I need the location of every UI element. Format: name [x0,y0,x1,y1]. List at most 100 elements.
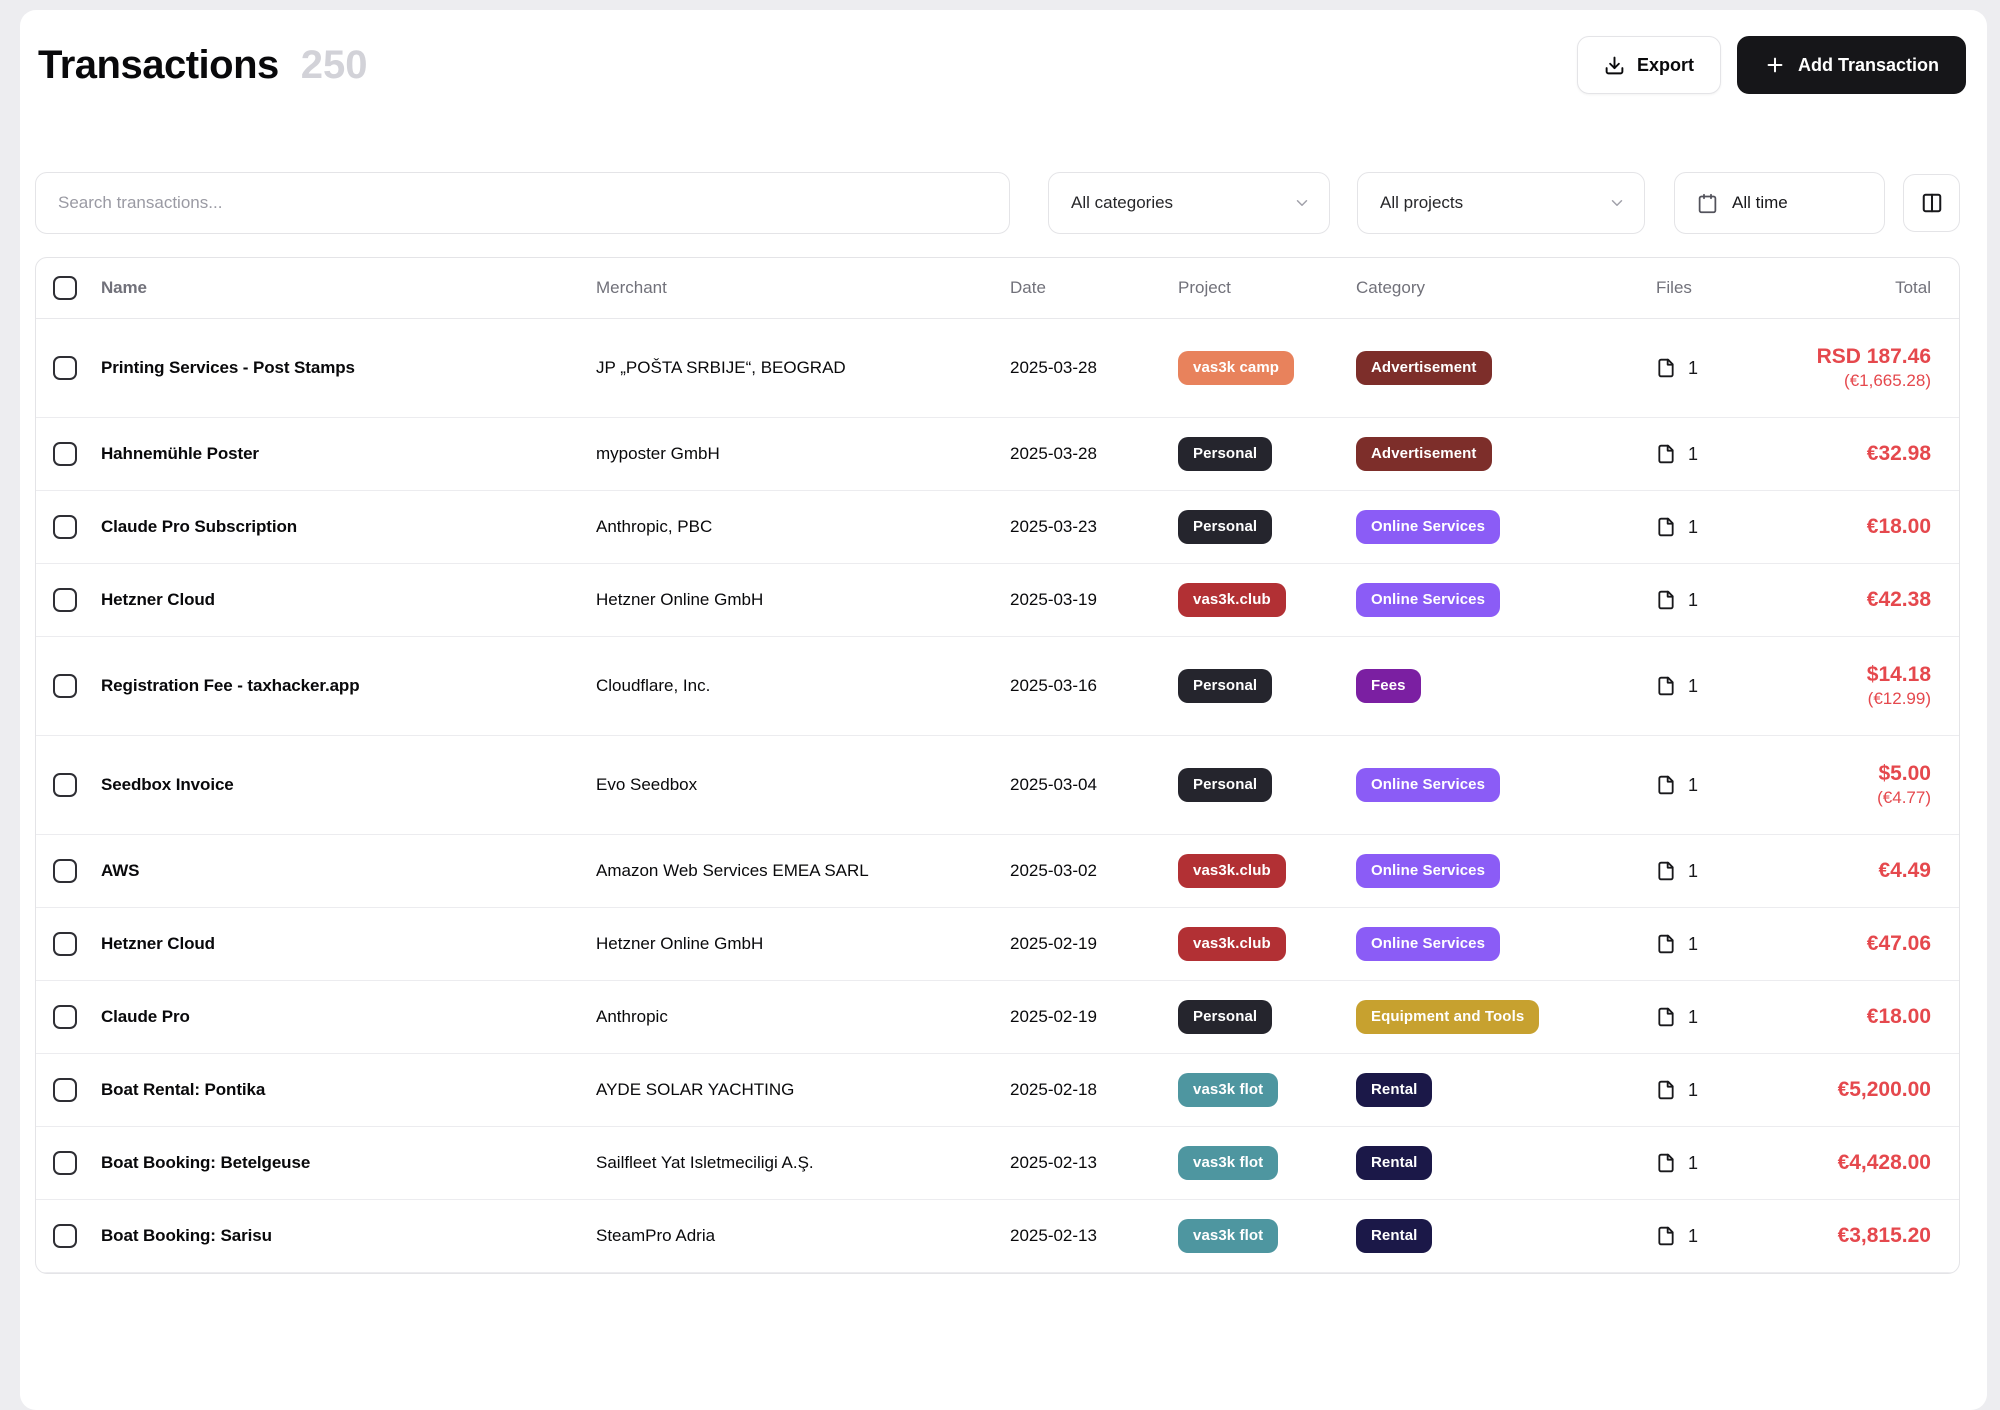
row-checkbox[interactable] [53,773,77,797]
row-checkbox[interactable] [53,1005,77,1029]
table-row[interactable]: Boat Booking: Sarisu SteamPro Adria 2025… [36,1200,1959,1273]
project-badge: Personal [1178,1000,1272,1034]
transaction-merchant: SteamPro Adria [596,1226,715,1246]
transaction-total: €18.00 [1867,514,1931,540]
row-checkbox[interactable] [53,1224,77,1248]
page-title: Transactions [38,43,279,88]
category-badge: Online Services [1356,854,1500,888]
chevron-down-icon [1293,194,1311,212]
transaction-name: Hetzner Cloud [101,934,215,954]
table-row[interactable]: Hahnemühle Poster myposter GmbH 2025-03-… [36,418,1959,491]
project-badge: vas3k.club [1178,854,1286,888]
plus-icon [1764,54,1786,76]
main-panel: Transactions 250 Export Add Transaction … [20,10,1987,1410]
files-count: 1 [1688,934,1698,955]
project-badge: Personal [1178,510,1272,544]
transaction-merchant: AYDE SOLAR YACHTING [596,1080,794,1100]
row-checkbox[interactable] [53,932,77,956]
transaction-date: 2025-03-28 [1010,444,1097,464]
projects-filter[interactable]: All projects [1357,172,1645,234]
export-button[interactable]: Export [1577,36,1721,94]
column-settings-button[interactable] [1903,174,1960,232]
header-merchant[interactable]: Merchant [596,278,667,298]
transaction-total: RSD 187.46 [1817,344,1931,370]
header-total[interactable]: Total [1895,278,1931,298]
transaction-merchant: Anthropic, PBC [596,517,712,537]
row-checkbox[interactable] [53,674,77,698]
export-label: Export [1637,55,1694,76]
transaction-name: Boat Booking: Sarisu [101,1226,272,1246]
project-badge: vas3k flot [1178,1073,1278,1107]
row-checkbox[interactable] [53,1078,77,1102]
row-checkbox[interactable] [53,859,77,883]
category-badge: Online Services [1356,768,1500,802]
transaction-name: Registration Fee - taxhacker.app [101,676,360,696]
categories-filter[interactable]: All categories [1048,172,1330,234]
category-badge: Rental [1356,1073,1432,1107]
transaction-total: €5,200.00 [1838,1077,1931,1103]
category-badge: Rental [1356,1146,1432,1180]
files-count: 1 [1688,1226,1698,1247]
files-count: 1 [1688,358,1698,379]
transaction-name: Boat Booking: Betelgeuse [101,1153,310,1173]
transaction-name: Printing Services - Post Stamps [101,358,355,378]
table-row[interactable]: Boat Rental: Pontika AYDE SOLAR YACHTING… [36,1054,1959,1127]
transaction-merchant: Amazon Web Services EMEA SARL [596,861,869,881]
transaction-total: €32.98 [1867,441,1931,467]
files-count: 1 [1688,861,1698,882]
transaction-name: Hetzner Cloud [101,590,215,610]
files-count: 1 [1688,517,1698,538]
table-row[interactable]: Hetzner Cloud Hetzner Online GmbH 2025-0… [36,908,1959,981]
page-header: Transactions 250 [38,36,368,94]
transaction-name: Claude Pro [101,1007,190,1027]
header-category[interactable]: Category [1356,278,1425,298]
header-files[interactable]: Files [1656,278,1692,298]
transaction-date: 2025-02-19 [1010,934,1097,954]
category-badge: Rental [1356,1219,1432,1253]
row-checkbox[interactable] [53,515,77,539]
transaction-date: 2025-03-28 [1010,358,1097,378]
row-checkbox[interactable] [53,588,77,612]
transaction-total: €3,815.20 [1838,1223,1931,1249]
table-row[interactable]: Seedbox Invoice Evo Seedbox 2025-03-04 P… [36,736,1959,835]
date-range-filter[interactable]: All time [1674,172,1885,234]
transaction-merchant: Sailfleet Yat Isletmeciligi A.Ş. [596,1153,814,1173]
header-date[interactable]: Date [1010,278,1046,298]
transaction-merchant: Cloudflare, Inc. [596,676,710,696]
file-icon [1656,933,1676,955]
file-icon [1656,774,1676,796]
table-row[interactable]: Claude Pro Anthropic 2025-02-19 Personal… [36,981,1959,1054]
header-project[interactable]: Project [1178,278,1231,298]
table-row[interactable]: Claude Pro Subscription Anthropic, PBC 2… [36,491,1959,564]
calendar-icon [1697,193,1718,214]
category-badge: Online Services [1356,583,1500,617]
transaction-total-converted: (€12.99) [1867,688,1931,710]
row-checkbox[interactable] [53,1151,77,1175]
transaction-date: 2025-02-13 [1010,1226,1097,1246]
header-name[interactable]: Name [101,278,147,298]
transaction-merchant: Evo Seedbox [596,775,697,795]
search-input[interactable] [35,172,1010,234]
table-body: Printing Services - Post Stamps JP „POŠT… [36,319,1959,1273]
add-transaction-button[interactable]: Add Transaction [1737,36,1966,94]
transaction-date: 2025-02-13 [1010,1153,1097,1173]
table-header-row: Name Merchant Date Project Category File… [36,258,1959,319]
table-row[interactable]: AWS Amazon Web Services EMEA SARL 2025-0… [36,835,1959,908]
table-row[interactable]: Registration Fee - taxhacker.app Cloudfl… [36,637,1959,736]
table-row[interactable]: Printing Services - Post Stamps JP „POŠT… [36,319,1959,418]
transaction-name: Boat Rental: Pontika [101,1080,265,1100]
transactions-table: Name Merchant Date Project Category File… [35,257,1960,1274]
row-checkbox[interactable] [53,442,77,466]
table-row[interactable]: Hetzner Cloud Hetzner Online GmbH 2025-0… [36,564,1959,637]
transaction-date: 2025-03-16 [1010,676,1097,696]
transaction-date: 2025-02-18 [1010,1080,1097,1100]
columns-icon [1921,192,1943,214]
transaction-total: €42.38 [1867,587,1931,613]
table-row[interactable]: Boat Booking: Betelgeuse Sailfleet Yat I… [36,1127,1959,1200]
select-all-checkbox[interactable] [53,276,77,300]
row-checkbox[interactable] [53,356,77,380]
transaction-total-converted: (€4.77) [1877,787,1931,809]
projects-filter-value: All projects [1380,193,1463,213]
project-badge: vas3k.club [1178,927,1286,961]
project-badge: Personal [1178,669,1272,703]
